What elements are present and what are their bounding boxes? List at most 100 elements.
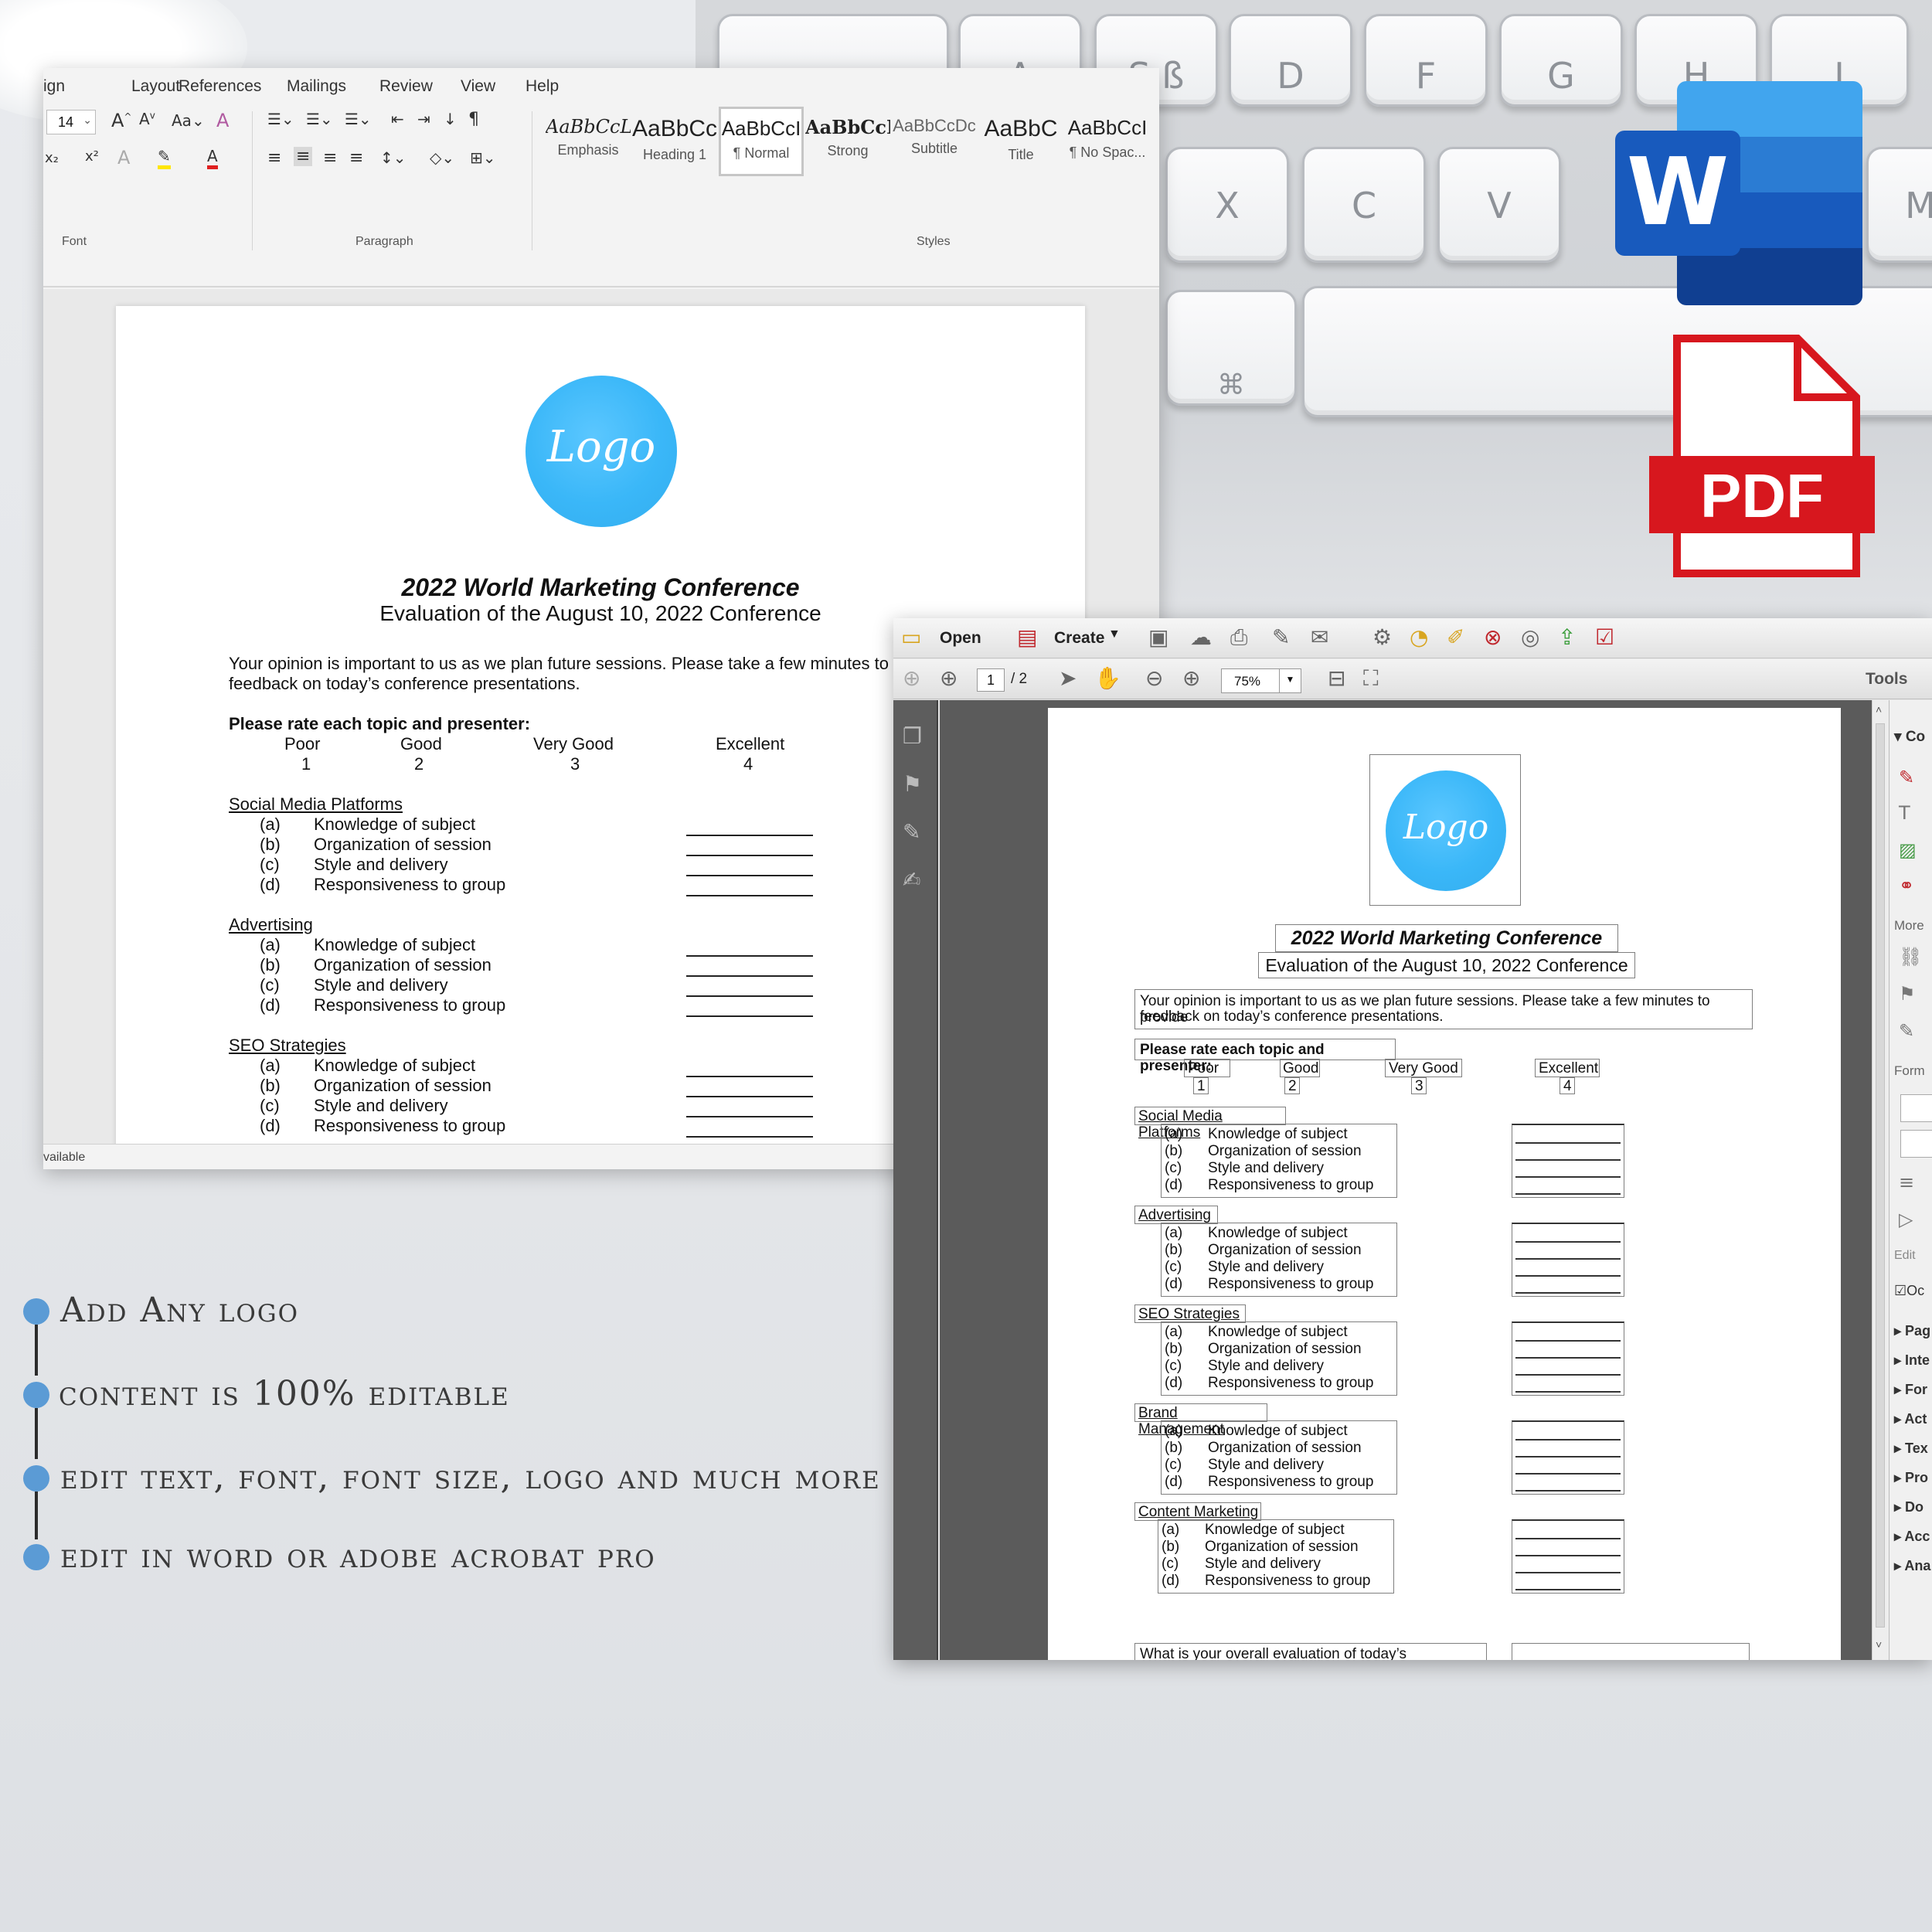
panel-forms[interactable]: ▸ For (1894, 1382, 1927, 1398)
export-icon[interactable]: ⇪ (1558, 624, 1576, 650)
menu-review[interactable]: Review (379, 77, 433, 96)
section-field[interactable]: SEO Strategies (1134, 1304, 1246, 1323)
overall-question-field[interactable]: What is your overall evaluation of today… (1134, 1643, 1487, 1660)
clear-formatting-icon[interactable]: A (216, 110, 229, 131)
align-left-icon[interactable]: ≡ (267, 148, 281, 168)
panel-interactive[interactable]: ▸ Inte (1894, 1352, 1930, 1369)
scale-field[interactable]: Very Good (1385, 1059, 1462, 1077)
logo-form-field[interactable]: Logo (1369, 754, 1521, 906)
items-field[interactable]: (a) Knowledge of subject (b) Organization … (1161, 1420, 1397, 1495)
scale-field[interactable]: Good (1280, 1059, 1320, 1077)
rating-form-field[interactable] (1512, 1321, 1624, 1396)
section-field[interactable]: Content Marketing (1134, 1502, 1261, 1521)
increase-indent-icon[interactable]: ⇥ (417, 110, 430, 128)
style-normal[interactable]: AaBbCcI ¶ Normal (719, 107, 804, 176)
scale-field[interactable]: 4 (1560, 1077, 1575, 1094)
edit-text-icon[interactable]: ✎ (1899, 767, 1914, 788)
create-button[interactable]: Create (1054, 629, 1104, 648)
text-effects-icon[interactable]: A (117, 147, 130, 168)
menu-references[interactable]: References (179, 77, 261, 96)
panel-document[interactable]: ▸ Do (1894, 1499, 1923, 1515)
decrease-indent-icon[interactable]: ⇤ (391, 110, 404, 128)
style-no-spacing[interactable]: AaBbCcI ¶ No Spac... (1065, 108, 1150, 178)
add-text-icon[interactable]: T (1899, 802, 1910, 824)
vertical-scrollbar[interactable]: ˄ ˅ (1872, 700, 1889, 1660)
style-title[interactable]: AaBbC Title (978, 108, 1063, 178)
highlighter-icon[interactable]: ✎ (158, 147, 171, 169)
scale-field[interactable]: 1 (1193, 1077, 1209, 1094)
multilevel-list-icon[interactable]: ☰⌄ (345, 110, 372, 128)
scale-field[interactable]: Excellent (1535, 1059, 1600, 1077)
rating-line[interactable] (686, 955, 813, 957)
scale-field[interactable]: Poor (1184, 1059, 1230, 1077)
rating-line[interactable] (686, 835, 813, 836)
menu-view[interactable]: View (461, 77, 495, 96)
align-right-icon[interactable]: ≡ (323, 148, 337, 168)
rating-line[interactable] (686, 875, 813, 876)
shading-icon[interactable]: ◇⌄ (430, 148, 454, 167)
rating-form-field[interactable] (1512, 1223, 1624, 1297)
menu-mailings[interactable]: Mailings (287, 77, 346, 96)
prev-page-icon[interactable]: ⊕ (903, 665, 920, 691)
scroll-up-icon[interactable]: ˄ (1876, 703, 1882, 716)
edit-icon[interactable]: ✎ (1272, 624, 1290, 650)
page-thumbnails-icon[interactable]: ❐ (903, 723, 922, 749)
reject-icon[interactable]: ⊗ (1484, 624, 1502, 650)
items-field[interactable]: (a) Knowledge of subject (b) Organization … (1161, 1223, 1397, 1297)
rating-form-field[interactable] (1512, 1420, 1624, 1495)
rating-line[interactable] (686, 1116, 813, 1117)
print-icon[interactable]: ⎙ (1230, 624, 1247, 651)
align-center-icon[interactable]: ≡ (294, 147, 313, 166)
panel-pages[interactable]: ▸ Pag (1894, 1323, 1930, 1339)
highlight-icon[interactable]: ✐ (1447, 624, 1464, 650)
page-number-input[interactable]: 1 (977, 668, 1005, 692)
email-icon[interactable]: ✉ (1311, 624, 1328, 650)
overall-answer-field[interactable] (1512, 1643, 1750, 1660)
items-field[interactable]: (a) Knowledge of subject (b) Organization … (1158, 1519, 1394, 1594)
intro-form-field[interactable]: Your opinion is important to us as we pl… (1134, 989, 1753, 1029)
form-icon[interactable]: ☑ (1595, 624, 1614, 650)
link-icon[interactable]: ⚭ (1899, 875, 1914, 896)
scrollbar-thumb[interactable] (1876, 723, 1885, 1628)
open-button[interactable]: Open (940, 629, 981, 648)
superscript-icon[interactable]: x² (85, 148, 99, 165)
panel-action[interactable]: ▸ Act (1894, 1411, 1927, 1427)
chevron-down-icon[interactable]: ▼ (1108, 628, 1121, 641)
pilcrow-icon[interactable]: ¶ (468, 110, 479, 129)
title-form-field[interactable]: 2022 World Marketing Conference (1275, 924, 1618, 952)
font-select[interactable] (1900, 1094, 1932, 1122)
section-field[interactable]: Social Media Platforms (1134, 1107, 1286, 1141)
rating-line[interactable] (686, 1096, 813, 1097)
add-image-icon[interactable]: ▨ (1899, 839, 1917, 861)
size-select[interactable] (1900, 1130, 1932, 1158)
pdf-page[interactable]: Logo 2022 World Marketing Conference Eva… (1048, 708, 1841, 1660)
line-spacing-icon[interactable]: ↕⌄ (380, 148, 406, 167)
rate-heading-field[interactable]: Please rate each topic and presenter: (1134, 1039, 1396, 1074)
sort-icon[interactable]: ↓ (444, 110, 457, 128)
items-field[interactable]: (a) Knowledge of subject (b) Organization … (1161, 1124, 1397, 1198)
rating-form-field[interactable] (1512, 1519, 1624, 1594)
scale-field[interactable]: 3 (1411, 1077, 1427, 1094)
zoom-out-icon[interactable]: ⊖ (1145, 665, 1163, 691)
bookmark-tool-icon[interactable]: ⚑ (1899, 983, 1916, 1005)
ocr-checkbox[interactable]: ☑Oc (1894, 1283, 1924, 1299)
comment-icon[interactable]: ◔ (1410, 624, 1428, 650)
font-size-select[interactable]: 14 ⌄ (46, 110, 96, 134)
rating-line[interactable] (686, 1015, 813, 1017)
rating-line[interactable] (686, 895, 813, 896)
style-strong[interactable]: AaBbCcI Strong (805, 108, 890, 178)
zoom-select[interactable]: 75% ▼ (1221, 668, 1301, 693)
full-screen-icon[interactable]: ⛶ (1363, 665, 1379, 692)
zoom-in-icon[interactable]: ⊕ (1182, 665, 1200, 691)
subtitle-form-field[interactable]: Evaluation of the August 10, 2022 Confer… (1258, 952, 1635, 978)
rating-line[interactable] (686, 1076, 813, 1077)
borders-icon[interactable]: ⊞⌄ (470, 148, 496, 167)
attachment-icon[interactable]: ✎ (903, 819, 920, 845)
font-color-icon[interactable]: A (207, 147, 218, 169)
panel-analyze[interactable]: ▸ Ana (1894, 1558, 1930, 1574)
attach-tool-icon[interactable]: ✎ (1899, 1020, 1914, 1042)
signature-icon[interactable]: ✍ (903, 867, 920, 893)
menu-layout[interactable]: Layout (131, 77, 180, 96)
next-page-icon[interactable]: ⊕ (940, 665, 957, 691)
fit-page-icon[interactable]: ⊟ (1328, 665, 1345, 691)
